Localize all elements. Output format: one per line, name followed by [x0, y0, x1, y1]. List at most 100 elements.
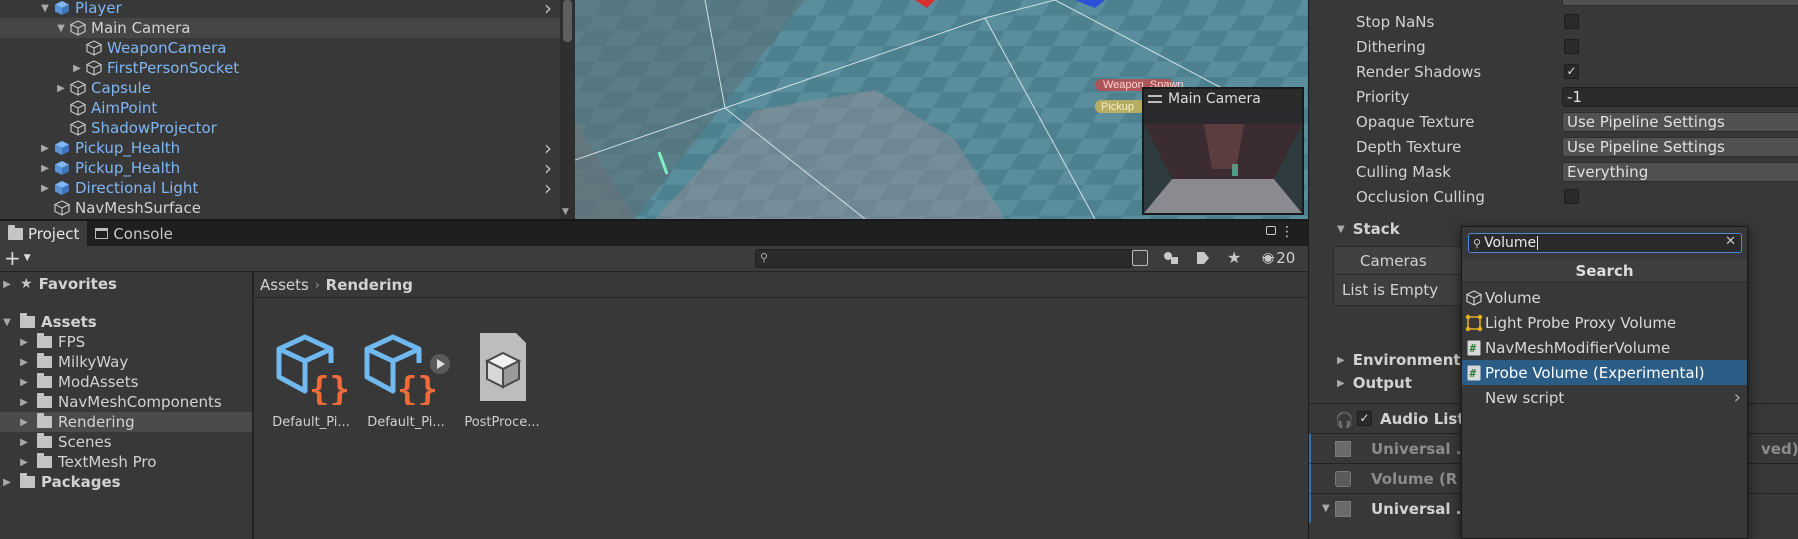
component-enabled-checkbox[interactable]: ✓: [1357, 411, 1372, 426]
asset-label: Default_Pi...: [367, 415, 445, 430]
scrollbar-thumb[interactable]: [563, 0, 572, 42]
component-search-result[interactable]: # NavMeshModifierVolume: [1462, 335, 1747, 360]
asset-label: Default_Pi...: [272, 415, 350, 430]
add-button[interactable]: + ▼: [4, 246, 31, 270]
hierarchy-item[interactable]: NavMeshSurface: [0, 198, 560, 218]
chevron-right-icon[interactable]: ▶: [0, 279, 14, 290]
folder-tree-item[interactable]: ▶ Packages: [0, 472, 252, 492]
chevron-right-icon[interactable]: ▶: [0, 477, 14, 488]
folder-tree-item[interactable]: ▶ MilkyWay: [0, 352, 252, 372]
project-search-input[interactable]: ⚲: [755, 249, 1133, 268]
add-component-popup: ⚲ Volume ✕ Search Volume Light Probe Prox…: [1461, 226, 1748, 539]
hierarchy-item[interactable]: AimPoint: [0, 98, 560, 118]
hierarchy-item[interactable]: ▼ Main Camera: [0, 18, 560, 38]
inspector-dropdown[interactable]: Use Pipeline Settings: [1562, 137, 1798, 157]
chevron-right-icon[interactable]: ▶: [17, 357, 31, 368]
lock-icon[interactable]: [1266, 226, 1276, 235]
chevron-right-icon[interactable]: ▶: [38, 143, 52, 154]
folder-tree-item[interactable]: ▶ TextMesh Pro: [0, 452, 252, 472]
component-search-result[interactable]: Volume: [1462, 285, 1747, 310]
tab-console[interactable]: Console: [87, 221, 181, 246]
folder-tree-label: Packages: [41, 473, 121, 491]
component-search-result-label: Light Probe Proxy Volume: [1485, 313, 1677, 332]
chevron-right-icon[interactable]: ▶: [38, 183, 52, 194]
component-search-result[interactable]: Light Probe Proxy Volume: [1462, 310, 1747, 335]
folder-tree-label: Favorites: [38, 275, 117, 293]
scroll-down-icon[interactable]: ▼: [562, 207, 569, 217]
folder-icon: [8, 224, 23, 240]
hierarchy-item[interactable]: ▶ Pickup_Health ›: [0, 136, 560, 160]
folder-icon: [20, 313, 35, 328]
inspector-dropdown[interactable]: Everything: [1562, 162, 1798, 182]
tab-project[interactable]: Project: [0, 221, 88, 246]
favorites-star-icon[interactable]: ★: [1227, 248, 1241, 267]
filter-by-label-icon[interactable]: [1196, 251, 1210, 265]
component-search-result[interactable]: New script ›: [1462, 385, 1747, 410]
filter-by-type-icon[interactable]: [1163, 251, 1179, 265]
asset-item[interactable]: {} Default_Pi...: [266, 329, 356, 430]
inspector-dropdown[interactable]: Use Pipeline Settings: [1562, 112, 1798, 132]
chevron-right-icon[interactable]: ▶: [38, 163, 52, 174]
breadcrumb-rendering[interactable]: Rendering: [326, 276, 413, 294]
breadcrumb-assets[interactable]: Assets: [260, 276, 309, 294]
inspector-checkbox[interactable]: [1564, 39, 1579, 54]
dropdown-value: Use Pipeline Settings: [1567, 138, 1725, 156]
inspector-checkbox[interactable]: ✓: [1564, 64, 1579, 79]
stack-foldout[interactable]: ▼ Stack: [1337, 218, 1400, 240]
component-search-input[interactable]: ⚲ Volume ✕: [1468, 233, 1742, 253]
hierarchy-item[interactable]: ▶ FirstPersonSocket: [0, 58, 560, 78]
folder-tree-item[interactable]: ▶ ModAssets: [0, 372, 252, 392]
hidden-packages-toggle[interactable]: ◉ 20: [1262, 249, 1295, 267]
chevron-down-icon[interactable]: ▼: [0, 317, 14, 328]
chevron-down-icon[interactable]: ▼: [54, 23, 68, 34]
script-icon: [1335, 500, 1351, 517]
chevron-right-icon[interactable]: ▶: [17, 377, 31, 388]
chevron-right-icon[interactable]: ▶: [54, 83, 68, 94]
chevron-right-icon[interactable]: ▶: [17, 457, 31, 468]
asset-item[interactable]: PostProce...: [457, 329, 547, 430]
camera-preview-header[interactable]: Main Camera: [1144, 89, 1302, 109]
inspector-checkbox[interactable]: [1564, 189, 1579, 204]
chevron-right-icon[interactable]: ▶: [17, 417, 31, 428]
popup-header-title: Search: [1575, 261, 1634, 280]
kebab-menu-icon[interactable]: ⋮: [1280, 224, 1294, 240]
prefab-icon: [52, 0, 72, 17]
chevron-down-icon[interactable]: ▼: [38, 3, 52, 14]
asset-label: PostProce...: [464, 415, 540, 430]
folder-tree-item[interactable]: ▶ Rendering: [0, 412, 252, 432]
camera-preview-title: Main Camera: [1168, 91, 1261, 107]
inspector-text-field[interactable]: -1: [1562, 87, 1798, 107]
open-prefab-icon[interactable]: ›: [544, 0, 552, 20]
open-prefab-icon[interactable]: ›: [544, 176, 552, 200]
inspector-top-dropdown[interactable]: [1562, 0, 1798, 6]
hierarchy-item[interactable]: ▶ Directional Light ›: [0, 176, 560, 200]
asset-item[interactable]: {} Default_Pi...: [361, 329, 451, 430]
inspector-field-label: Occlusion Culling: [1356, 188, 1485, 206]
component-name: Volume (R: [1371, 469, 1458, 488]
folder-tree-item[interactable]: ▼ Assets: [0, 312, 252, 332]
hierarchy-item[interactable]: ShadowProjector: [0, 118, 560, 138]
svg-text:{}: {}: [309, 370, 349, 405]
chevron-right-icon[interactable]: ▶: [17, 397, 31, 408]
folder-tree-item[interactable]: ▶ ★ Favorites: [0, 274, 252, 294]
folder-tree-item[interactable]: ▶ Scenes: [0, 432, 252, 452]
chevron-right-icon[interactable]: ▶: [70, 63, 84, 74]
output-foldout[interactable]: ▶ Output: [1337, 372, 1412, 394]
gameobject-icon: [84, 59, 104, 77]
hierarchy-item[interactable]: ▼ Player ›: [0, 0, 560, 20]
clear-icon[interactable]: ✕: [1725, 234, 1736, 249]
chevron-right-icon[interactable]: ▶: [17, 337, 31, 348]
search-by-type-icon[interactable]: [1132, 250, 1148, 266]
folder-tree-item[interactable]: ▶ NavMeshComponents: [0, 392, 252, 412]
hierarchy-item[interactable]: WeaponCamera: [0, 38, 560, 58]
inspector-field-label: Priority: [1356, 88, 1410, 106]
component-search-result[interactable]: # Probe Volume (Experimental): [1462, 360, 1747, 385]
inspector-checkbox[interactable]: [1564, 14, 1579, 29]
hierarchy-item[interactable]: ▶ Capsule: [0, 78, 560, 98]
hierarchy-scrollbar[interactable]: ▼: [560, 0, 575, 219]
environment-foldout[interactable]: ▶ Environment: [1337, 349, 1461, 371]
inspector-field-label: Culling Mask: [1356, 163, 1451, 181]
chevron-right-icon[interactable]: ▶: [17, 437, 31, 448]
hierarchy-item[interactable]: ▶ Pickup_Health ›: [0, 156, 560, 180]
folder-tree-item[interactable]: ▶ FPS: [0, 332, 252, 352]
